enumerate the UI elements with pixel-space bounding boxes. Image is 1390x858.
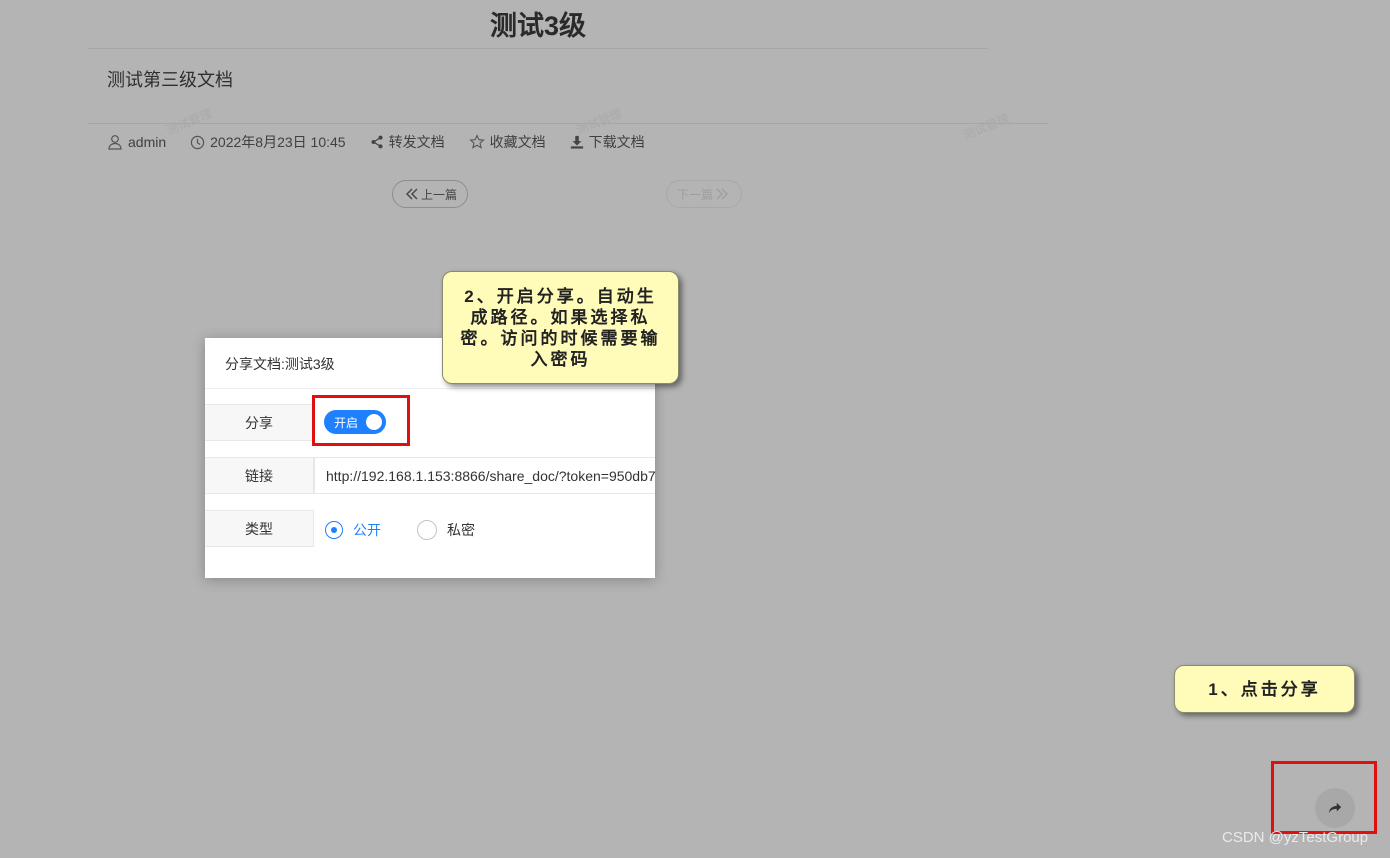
toggle-highlight-box [312, 395, 410, 446]
annotation-step-2: 2、开启分享。自动生成路径。如果选择私密。访问的时候需要输入密码 [442, 271, 679, 384]
publish-datetime: 2022年8月23日 10:45 [210, 134, 346, 150]
link-field-label: 链接 [205, 457, 314, 494]
radio-private-label: 私密 [447, 522, 475, 538]
double-chevron-left-icon [405, 188, 418, 200]
double-chevron-right-icon [716, 188, 728, 200]
forward-document-link[interactable]: 转发文档 [370, 132, 445, 152]
meta-datetime: 2022年8月23日 10:45 [190, 132, 346, 152]
download-document-link[interactable]: 下载文档 [570, 132, 645, 152]
prev-page-button[interactable]: 上一篇 [392, 180, 468, 208]
csdn-watermark: CSDN @yzTestGroup [1222, 829, 1369, 846]
clock-icon [190, 135, 205, 149]
share-field-label: 分享 [205, 404, 314, 441]
radio-public-label: 公开 [353, 522, 381, 538]
meta-author: admin [107, 132, 166, 152]
favorite-label: 收藏文档 [489, 134, 546, 150]
forward-label: 转发文档 [388, 134, 445, 150]
type-field-label: 类型 [205, 510, 314, 547]
document-meta: admin 2022年8月23日 10:45 转发文档 收藏文档 下载文档 [107, 132, 669, 152]
radio-private-indicator [417, 520, 437, 540]
share-button[interactable] [1315, 788, 1355, 828]
share-link-input[interactable]: http://192.168.1.153:8866/share_doc/?tok… [314, 457, 655, 494]
download-label: 下载文档 [588, 134, 645, 150]
download-icon [570, 135, 583, 149]
next-page-label: 下一篇 [676, 187, 713, 202]
radio-public-indicator [325, 521, 343, 539]
dialog-header-divider [205, 388, 655, 389]
radio-private[interactable]: 私密 [417, 520, 475, 540]
favorite-document-link[interactable]: 收藏文档 [468, 132, 546, 152]
share-arrow-icon [1328, 802, 1342, 814]
star-icon [468, 134, 485, 149]
document-title: 测试3级 [489, 11, 587, 41]
document-body: 测试第三级文档 [107, 70, 233, 90]
user-icon [108, 135, 122, 150]
radio-public[interactable]: 公开 [325, 520, 381, 540]
prev-page-label: 上一篇 [420, 187, 457, 202]
meta-divider [88, 123, 1048, 124]
watermark: 测试管理 [961, 111, 1012, 143]
title-divider [88, 48, 988, 49]
dialog-title: 分享文档:测试3级 [225, 356, 335, 372]
share-nodes-icon [371, 135, 383, 149]
next-page-button[interactable]: 下一篇 [666, 180, 742, 208]
author-name: admin [128, 134, 167, 150]
annotation-step-1: 1、点击分享 [1174, 665, 1355, 713]
